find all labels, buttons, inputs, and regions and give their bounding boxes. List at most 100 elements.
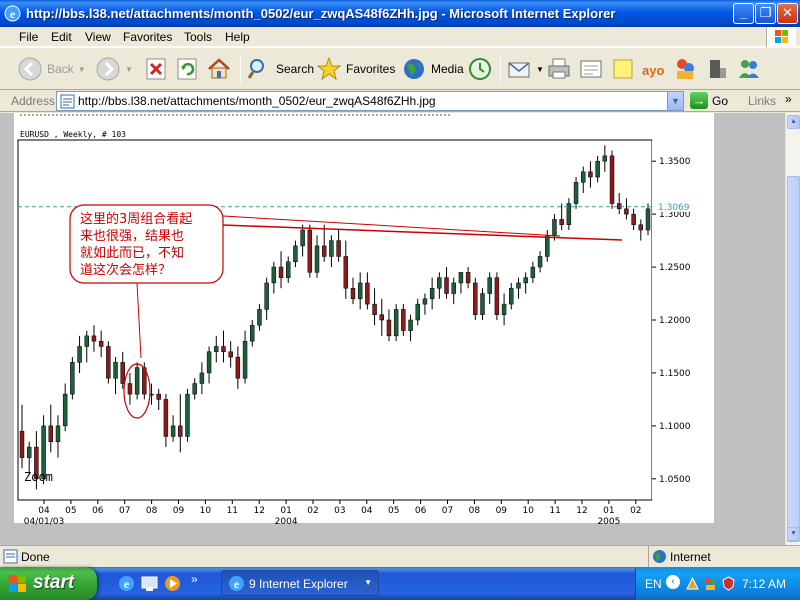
candle-body [616, 203, 622, 210]
forward-dropdown-icon[interactable]: ▼ [125, 65, 133, 74]
candle-body [631, 213, 636, 225]
address-bar: Address http://bbs.l38.net/attachments/m… [0, 90, 800, 112]
menu-view[interactable]: View [85, 30, 111, 44]
x-tick-label: 01 [280, 506, 291, 516]
mail-dropdown-icon[interactable]: ▼ [536, 65, 544, 74]
mail-button[interactable]: ▼ [506, 54, 544, 84]
home-icon [208, 58, 230, 79]
quicklaunch-media-player-icon[interactable] [164, 575, 181, 592]
home-button[interactable] [206, 54, 232, 84]
tools-button[interactable] [704, 54, 730, 84]
print-button[interactable] [546, 54, 572, 84]
users-button[interactable] [736, 54, 762, 84]
back-button[interactable]: Back ▼ [17, 54, 86, 84]
x-sublabel: 2005 [597, 517, 620, 527]
back-dropdown-icon[interactable]: ▼ [78, 65, 86, 74]
taskbar-group-dropdown-icon: ▼ [364, 578, 372, 587]
vertical-scrollbar[interactable]: ▲ ▼ [785, 113, 800, 545]
title-bar[interactable]: e http://bbs.l38.net/attachments/month_0… [0, 0, 800, 27]
history-button[interactable] [467, 54, 493, 84]
stop-button[interactable] [143, 54, 169, 84]
status-bar: Done Internet [0, 545, 800, 567]
menu-favorites[interactable]: Favorites [123, 30, 172, 44]
candle-body [113, 362, 118, 379]
tray-network-icon[interactable] [685, 576, 700, 591]
quicklaunch-ie-icon[interactable]: e [118, 575, 135, 592]
zoom-watermark: Zoom [24, 470, 53, 484]
status-text: Done [21, 550, 50, 564]
go-arrow-icon: → [690, 92, 708, 109]
forward-arrow-icon [96, 57, 120, 81]
candle-body [516, 282, 521, 289]
address-input[interactable]: http://bbs.l38.net/attachments/month_050… [56, 91, 684, 111]
tray-security-icon[interactable] [721, 576, 736, 591]
address-dropdown-icon[interactable]: ▼ [667, 92, 683, 110]
address-label: Address [11, 94, 56, 108]
system-tray: EN ‹ 7:12 AM [635, 567, 800, 600]
taskbar-ie-group[interactable]: e 9 Internet Explorer ▼ [221, 570, 379, 596]
candle-body [84, 335, 89, 347]
start-button[interactable]: start [0, 567, 97, 600]
media-button[interactable]: Media [401, 54, 464, 84]
candle-body [573, 182, 579, 204]
media-globe-icon [404, 59, 424, 79]
refresh-button[interactable] [174, 54, 200, 84]
links-chevron-icon[interactable]: » [785, 92, 792, 106]
candle-body [55, 425, 61, 443]
x-tick-label: 08 [469, 506, 481, 516]
go-button[interactable]: → Go [690, 92, 728, 109]
annotation-line-4: 道这次会怎样？ [80, 262, 171, 278]
taskbar-ie-label: 9 Internet Explorer [249, 577, 348, 591]
close-button[interactable]: ✕ [777, 3, 798, 24]
maximize-button[interactable]: ❐ [755, 3, 776, 24]
candle-body [163, 399, 169, 437]
scroll-up-icon[interactable]: ▲ [787, 115, 800, 129]
annotation-line-1: 这里的3周组合看起 [80, 211, 192, 227]
zone-label: Internet [670, 550, 711, 564]
candle-body [98, 340, 104, 347]
candle-body [595, 160, 600, 178]
candle-body [429, 287, 435, 300]
svg-text:e: e [10, 7, 16, 21]
scroll-thumb[interactable] [787, 176, 800, 542]
candle-body [214, 346, 219, 353]
candle-body [343, 256, 349, 289]
menu-tools[interactable]: Tools [184, 30, 212, 44]
messenger-button[interactable] [672, 54, 698, 84]
minimize-button[interactable]: _ [733, 3, 754, 24]
edit-button[interactable] [578, 54, 604, 84]
candle-body [401, 309, 406, 331]
candle-body [250, 325, 255, 342]
candle-body [350, 287, 356, 300]
menu-help[interactable]: Help [225, 30, 250, 44]
users-icon [739, 60, 759, 78]
favorites-button[interactable]: Favorites [316, 54, 395, 84]
candle-body [300, 229, 305, 247]
standard-toolbar: Back ▼ ▼ Search Favorites Media ▼ ayo [0, 47, 800, 90]
x-tick-label: 09 [496, 506, 508, 516]
research-button[interactable]: ayo [640, 54, 666, 84]
forward-button[interactable]: ▼ [95, 54, 133, 84]
discuss-button[interactable] [610, 54, 636, 84]
links-label[interactable]: Links [748, 94, 776, 108]
chart-header: EURUSD , Weekly, # 103 [20, 130, 126, 139]
page-done-icon [3, 549, 18, 564]
candle-body [645, 208, 651, 231]
page-content: EURUSD , Weekly, # 103 1.3500 1.3000 1.250… [0, 113, 785, 545]
menu-edit[interactable]: Edit [51, 30, 72, 44]
candle-body [408, 319, 413, 331]
candle-body [365, 282, 370, 305]
tray-expand-icon[interactable]: ‹ [666, 575, 680, 589]
search-button[interactable]: Search [246, 54, 314, 84]
menu-file[interactable]: File [19, 30, 38, 44]
candle-body [552, 219, 557, 236]
quicklaunch-chevron-icon[interactable]: » [191, 572, 198, 586]
tray-messenger-icon[interactable] [703, 576, 718, 591]
quicklaunch-desktop-icon[interactable] [141, 575, 158, 592]
candle-body [602, 155, 608, 162]
plot-frame [17, 139, 653, 501]
candle-body [624, 208, 629, 215]
x-tick-label: 08 [146, 506, 158, 516]
language-indicator[interactable]: EN [645, 577, 662, 591]
scroll-down-icon[interactable]: ▼ [787, 527, 800, 541]
